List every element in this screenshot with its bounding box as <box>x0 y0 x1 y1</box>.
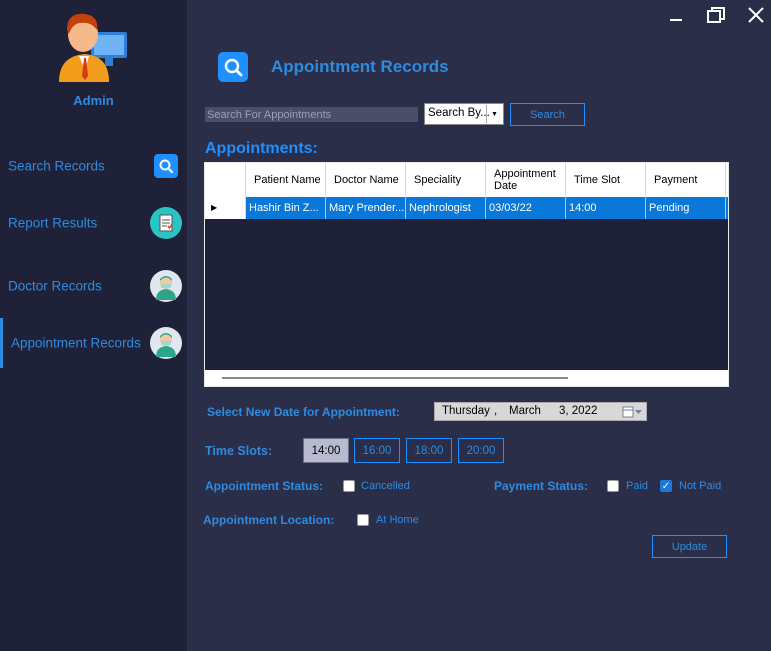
date-month: March <box>509 405 541 417</box>
time-slots-label: Time Slots: <box>205 444 273 458</box>
appointments-heading: Appointments: <box>205 140 318 157</box>
column-header[interactable]: Payment <box>646 163 726 197</box>
payment-status-label: Payment Status: <box>494 479 589 493</box>
admin-label: Admin <box>73 93 114 108</box>
time-slot-button[interactable]: 20:00 <box>458 438 504 463</box>
restore-icon[interactable] <box>704 4 728 26</box>
table-cell[interactable]: Mary Prender... <box>326 197 406 219</box>
date-weekday: Thursday <box>442 405 490 417</box>
cancelled-checkbox[interactable] <box>343 480 355 492</box>
search-icon <box>154 154 178 178</box>
row-selector-icon[interactable]: ▶ <box>205 197 246 219</box>
minimize-icon[interactable] <box>664 4 688 26</box>
search-icon <box>218 52 248 82</box>
row-header-corner <box>205 163 246 197</box>
date-label: Select New Date for Appointment: <box>207 405 400 419</box>
sidebar-item-appointment-records[interactable]: Appointment Records <box>0 318 187 368</box>
sidebar-item-label: Doctor Records <box>8 278 102 294</box>
date-separator: , <box>494 405 498 417</box>
table-row[interactable]: ▶ Hashir Bin Z... Mary Prender... Nephro… <box>205 197 728 219</box>
appointment-date-picker[interactable]: Thursday , March 3, 2022 <box>434 402 647 421</box>
sidebar-item-label: Search Records <box>8 158 105 174</box>
admin-avatar-icon <box>59 13 127 82</box>
sidebar-item-search-records[interactable]: Search Records <box>0 141 187 191</box>
time-slot-button[interactable]: 16:00 <box>354 438 400 463</box>
column-header[interactable]: Speciality <box>406 163 486 197</box>
paid-checkbox[interactable] <box>607 480 619 492</box>
search-by-select[interactable]: Search By... ▼ <box>424 103 504 125</box>
column-header[interactable]: Appointment Date <box>486 163 566 197</box>
at-home-checkbox[interactable] <box>357 514 369 526</box>
sidebar-item-doctor-records[interactable]: Doctor Records <box>0 261 187 311</box>
search-button[interactable]: Search <box>510 103 585 126</box>
table-header: Patient Name Doctor Name Speciality Appo… <box>205 163 728 197</box>
column-header[interactable]: Patient Name <box>246 163 326 197</box>
search-input[interactable] <box>205 107 418 122</box>
time-slot-button[interactable]: 18:00 <box>406 438 452 463</box>
sidebar: Admin Search Records Report Results Doct… <box>0 0 187 651</box>
table-cell[interactable]: Hashir Bin Z... <box>246 197 326 219</box>
paid-label: Paid <box>626 480 649 492</box>
update-button[interactable]: Update <box>652 535 727 558</box>
table-cell[interactable]: Pending <box>646 197 726 219</box>
appointment-location-label: Appointment Location: <box>203 513 335 527</box>
table-cell[interactable]: Nephrologist <box>406 197 486 219</box>
cancelled-label: Cancelled <box>361 480 410 492</box>
doctor-icon <box>150 327 182 359</box>
column-header[interactable]: Doctor Name <box>326 163 406 197</box>
appointment-status-label: Appointment Status: <box>205 479 323 493</box>
page-title: Appointment Records <box>271 57 449 76</box>
appointments-table[interactable]: Patient Name Doctor Name Speciality Appo… <box>204 162 729 387</box>
horizontal-scrollbar[interactable] <box>205 370 728 386</box>
time-slot-button[interactable]: 14:00 <box>303 438 349 463</box>
chevron-down-icon: ▼ <box>486 105 502 123</box>
search-by-value: Search By... <box>428 107 490 119</box>
at-home-label: At Home <box>376 514 419 526</box>
doctor-icon <box>150 270 182 302</box>
sidebar-item-label: Appointment Records <box>11 335 141 351</box>
not-paid-checkbox[interactable]: ✓ <box>660 480 672 492</box>
sidebar-item-label: Report Results <box>8 215 98 231</box>
calendar-icon[interactable] <box>622 405 644 419</box>
scrollbar-thumb[interactable] <box>222 377 568 379</box>
report-icon <box>150 207 182 239</box>
close-icon[interactable] <box>744 4 768 26</box>
date-day-year: 3, 2022 <box>559 405 598 417</box>
column-header[interactable]: Time Slot <box>566 163 646 197</box>
table-cell[interactable]: 14:00 <box>566 197 646 219</box>
not-paid-label: Not Paid <box>679 480 722 492</box>
sidebar-item-report-results[interactable]: Report Results <box>0 198 187 248</box>
table-cell[interactable]: 03/03/22 <box>486 197 566 219</box>
